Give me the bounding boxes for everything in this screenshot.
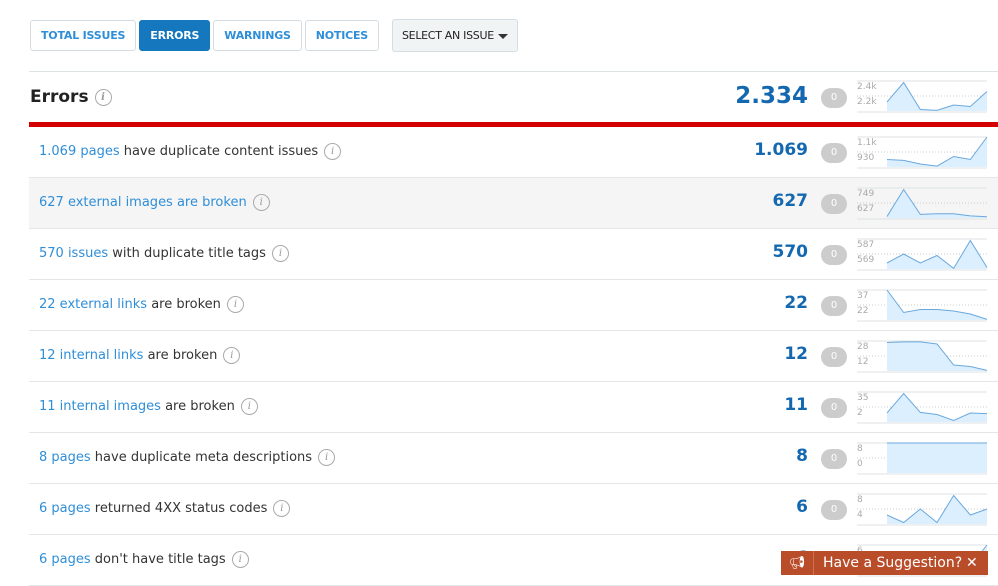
errors-count[interactable]: 2.334 (735, 83, 808, 109)
issue-link[interactable]: 6 pages (39, 501, 91, 516)
sparkline: 37 22 (857, 289, 998, 323)
megaphone-icon: 📢︎ (781, 551, 814, 575)
issue-text: 11 internal images are broken i (39, 398, 258, 415)
issue-text: 6 pages don't have title tags i (39, 551, 249, 568)
issue-description: with duplicate title tags (108, 246, 266, 261)
issue-link[interactable]: 1.069 pages (39, 144, 120, 159)
sparkline-area (887, 443, 987, 473)
sparkline: 2.4k 2.2k (857, 80, 998, 114)
new-issues-badge: 0 (821, 296, 847, 316)
info-icon[interactable]: i (240, 398, 258, 415)
new-issues-badge: 0 (821, 88, 847, 108)
info-icon[interactable]: i (231, 551, 249, 568)
issue-description: are broken (147, 297, 221, 312)
issue-row: 11 internal images are broken i 11 0 35 2 (29, 382, 998, 433)
suggestion-widget[interactable]: 📢︎ Have a Suggestion? ✕ (781, 551, 988, 575)
issue-link[interactable]: 11 internal images (39, 399, 161, 414)
issue-text: 627 external images are broken i (39, 194, 270, 211)
issue-count[interactable]: 8 (796, 446, 808, 466)
issue-row: 1.069 pages have duplicate content issue… (29, 127, 998, 178)
issue-row: 22 external links are broken i 22 0 37 22 (29, 280, 998, 331)
issue-link[interactable]: 627 external images are broken (39, 195, 247, 210)
issue-description: are broken (160, 399, 235, 414)
new-issues-badge: 0 (821, 194, 847, 214)
sparkline: 28 12 (857, 340, 998, 374)
info-icon[interactable]: i (223, 347, 241, 364)
issue-link[interactable]: 8 pages (39, 450, 91, 465)
issue-description: returned 4XX status codes (90, 501, 268, 516)
sparkline-area (887, 82, 987, 111)
issue-count[interactable]: 6 (796, 497, 808, 517)
tab-warnings[interactable]: WARNINGS (213, 20, 302, 51)
issue-text: 6 pages returned 4XX status codes i (39, 500, 291, 517)
info-icon[interactable]: i (271, 245, 289, 262)
issue-tabs: TOTAL ISSUES ERRORS WARNINGS NOTICES (30, 20, 380, 51)
issue-text: 12 internal links are broken i (39, 347, 241, 364)
info-icon[interactable]: i (273, 500, 291, 517)
info-icon[interactable]: i (252, 194, 270, 211)
issue-description: have duplicate content issues (119, 144, 319, 159)
new-issues-badge: 0 (821, 347, 847, 367)
issue-text: 8 pages have duplicate meta descriptions… (39, 449, 336, 466)
issue-text: 570 issues with duplicate title tags i (39, 245, 289, 262)
sparkline-area (887, 495, 987, 524)
issue-row: 12 internal links are broken i 12 0 28 12 (29, 331, 998, 382)
sparkline: 1.1k 930 (857, 136, 998, 170)
sparkline-area (887, 393, 987, 422)
info-icon[interactable]: i (94, 88, 112, 106)
info-icon[interactable]: i (226, 296, 244, 313)
tab-total-issues[interactable]: TOTAL ISSUES (30, 20, 137, 51)
issue-link[interactable]: 6 pages (39, 552, 91, 567)
issue-row: 570 issues with duplicate title tags i 57… (29, 229, 998, 280)
issue-row: 8 pages have duplicate meta descriptions… (29, 433, 998, 484)
issue-count[interactable]: 22 (784, 293, 808, 313)
sparkline: 84 (857, 493, 998, 527)
section-title-text: Errors (30, 87, 89, 107)
sparkline: 749 627 (857, 187, 998, 221)
new-issues-badge: 0 (821, 398, 847, 418)
issue-link[interactable]: 12 internal links (39, 348, 143, 363)
new-issues-badge: 0 (821, 143, 847, 163)
close-icon[interactable]: ✕ (966, 555, 988, 571)
suggestion-label[interactable]: Have a Suggestion? (814, 555, 966, 571)
issue-row: 6 pages returned 4XX status codes i 6 0 8… (29, 484, 998, 535)
issue-link[interactable]: 570 issues (39, 246, 108, 261)
new-issues-badge: 0 (821, 449, 847, 469)
issue-description: are broken (143, 348, 218, 363)
select-label: SELECT AN ISSUE (402, 29, 494, 42)
new-issues-badge: 0 (821, 500, 847, 520)
issue-link[interactable]: 22 external links (39, 297, 147, 312)
issue-count[interactable]: 12 (784, 344, 808, 364)
issue-row: 627 external images are broken i 627 0 74… (29, 178, 998, 229)
errors-header: Errors i 2.334 0 2.4k 2.2k (29, 72, 998, 122)
sparkline: 35 2 (857, 391, 998, 425)
issue-count[interactable]: 627 (773, 191, 809, 211)
sparkline: 80 (857, 442, 998, 476)
issue-text: 1.069 pages have duplicate content issue… (39, 143, 342, 160)
select-issue-dropdown[interactable]: SELECT AN ISSUE (392, 19, 518, 52)
sparkline: 587 569 (857, 238, 998, 272)
issue-description: have duplicate meta descriptions (90, 450, 313, 465)
info-icon[interactable]: i (324, 143, 342, 160)
issue-text: 22 external links are broken i (39, 296, 244, 313)
tab-errors[interactable]: ERRORS (139, 20, 211, 51)
issue-description: don't have title tags (90, 552, 226, 567)
info-icon[interactable]: i (318, 449, 336, 466)
caret-down-icon (498, 34, 508, 39)
issue-count[interactable]: 1.069 (754, 140, 808, 160)
tab-notices[interactable]: NOTICES (304, 20, 380, 51)
section-title: Errors i (30, 87, 112, 107)
issue-count[interactable]: 570 (773, 242, 809, 262)
new-issues-badge: 0 (821, 245, 847, 265)
issue-count[interactable]: 11 (784, 395, 808, 415)
